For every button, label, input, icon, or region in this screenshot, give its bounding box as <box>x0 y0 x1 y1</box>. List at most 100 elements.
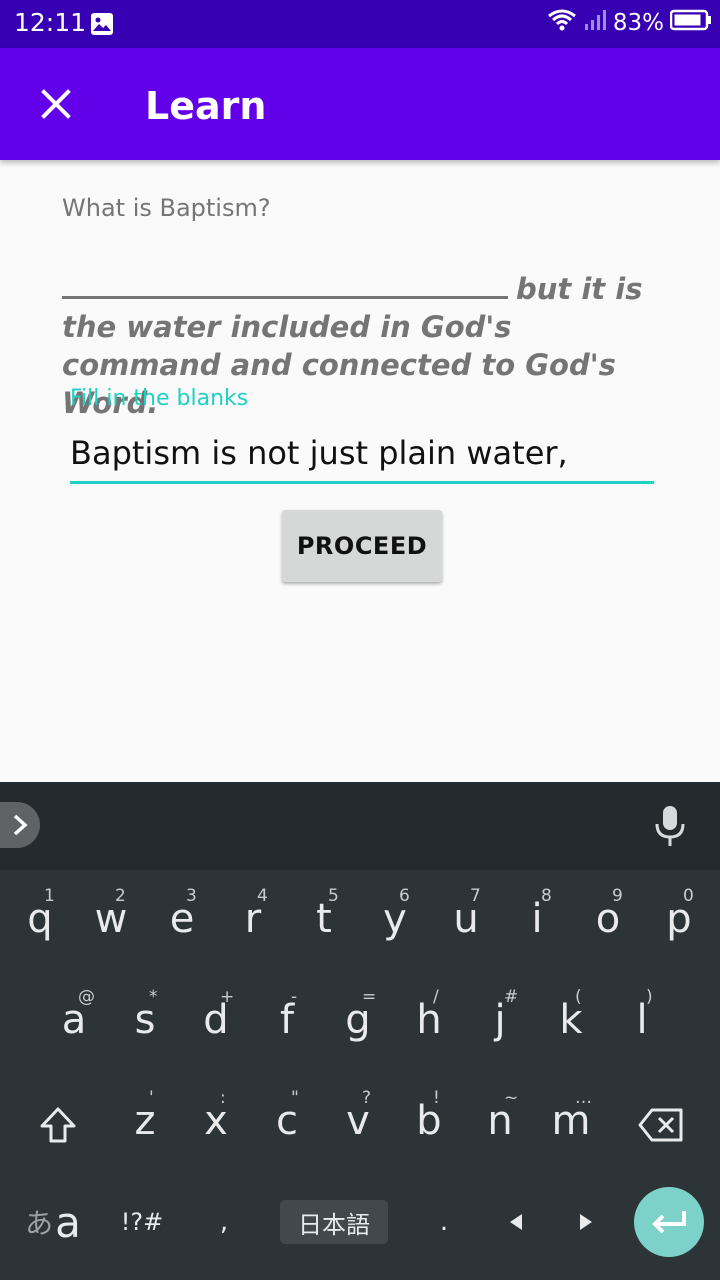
key-hint: ? <box>362 1088 372 1108</box>
key-label: d <box>203 997 229 1043</box>
key-hint: ' <box>149 1088 154 1108</box>
key-c[interactable]: c " <box>257 1088 317 1158</box>
status-icons: 83% <box>547 8 712 38</box>
key-hint: 4 <box>257 886 268 906</box>
triangle-left-icon <box>510 1214 522 1230</box>
key-label: w <box>94 896 128 942</box>
key-label: v <box>346 1098 370 1144</box>
comma-key[interactable]: , <box>204 1200 244 1244</box>
key-n[interactable]: n ~ <box>470 1088 530 1158</box>
key-h[interactable]: h / <box>399 987 459 1057</box>
microphone-button[interactable] <box>650 804 690 848</box>
key-label: a <box>61 997 87 1043</box>
key-hint: - <box>291 987 298 1007</box>
key-e[interactable]: e3 <box>152 886 212 956</box>
chevron-right-icon <box>13 814 28 836</box>
input-mode-key[interactable]: あa <box>18 1197 88 1247</box>
cursor-right-key[interactable] <box>566 1200 606 1244</box>
key-a[interactable]: a @ <box>44 987 104 1057</box>
key-s[interactable]: s * <box>115 987 175 1057</box>
key-hint: " <box>291 1088 299 1108</box>
question-text: What is Baptism? <box>62 194 271 222</box>
key-hint: … <box>575 1088 592 1108</box>
enter-icon <box>652 1211 686 1234</box>
key-hint: = <box>362 987 377 1007</box>
key-l[interactable]: l) <box>612 987 672 1057</box>
blank-line <box>62 271 508 299</box>
key-g[interactable]: g = <box>328 987 388 1057</box>
key-label: i <box>531 896 543 942</box>
key-label: l <box>636 997 648 1043</box>
key-w[interactable]: w2 <box>81 886 141 956</box>
status-bar: 12:11 83% <box>0 0 720 48</box>
period-key[interactable]: . <box>424 1200 464 1244</box>
key-hint: 8 <box>541 886 552 906</box>
key-b[interactable]: b! <box>399 1088 459 1158</box>
kana-big-label: a <box>55 1197 81 1247</box>
key-p[interactable]: p0 <box>649 886 709 956</box>
page-title: Learn <box>145 84 267 128</box>
key-label: p <box>666 896 692 942</box>
key-label: x <box>204 1098 228 1144</box>
key-z[interactable]: z ' <box>115 1088 175 1158</box>
enter-key[interactable] <box>634 1187 704 1257</box>
key-label: r <box>244 896 262 942</box>
key-hint: @ <box>78 987 95 1007</box>
key-i[interactable]: i8 <box>507 886 567 956</box>
wifi-icon <box>547 8 577 38</box>
key-y[interactable]: y6 <box>365 886 425 956</box>
key-label: o <box>595 896 621 942</box>
shift-key[interactable] <box>34 1100 82 1150</box>
key-v[interactable]: v? <box>328 1088 388 1158</box>
key-r[interactable]: r4 <box>223 886 283 956</box>
key-label: e <box>169 896 195 942</box>
microphone-icon <box>655 806 685 846</box>
key-t[interactable]: t5 <box>294 886 354 956</box>
key-hint: # <box>504 987 519 1007</box>
language-key[interactable]: 日本語 <box>280 1200 388 1244</box>
key-f[interactable]: f- <box>257 987 317 1057</box>
kana-small-label: あ <box>25 1207 54 1240</box>
key-hint: 5 <box>328 886 339 906</box>
key-d[interactable]: d + <box>186 987 246 1057</box>
status-time: 12:11 <box>14 8 87 37</box>
key-label: c <box>276 1098 298 1144</box>
shift-icon <box>40 1107 76 1143</box>
key-o[interactable]: o9 <box>578 886 638 956</box>
answer-input-value[interactable]: Baptism is not just plain water, <box>70 434 568 472</box>
proceed-button[interactable]: PROCEED <box>282 510 442 582</box>
key-hint: 6 <box>399 886 410 906</box>
key-hint: ~ <box>504 1088 519 1108</box>
key-label: n <box>487 1098 513 1144</box>
key-hint: * <box>149 987 158 1007</box>
key-label: u <box>453 896 479 942</box>
key-hint: + <box>220 987 235 1007</box>
answer-input[interactable]: Baptism is not just plain water, <box>70 430 654 484</box>
key-label: z <box>134 1098 156 1144</box>
key-hint: ( <box>575 987 582 1007</box>
keyboard-suggestion-bar <box>0 782 720 870</box>
key-label: g <box>345 997 371 1043</box>
backspace-icon <box>638 1108 683 1142</box>
backspace-key[interactable] <box>636 1100 686 1150</box>
key-m[interactable]: m… <box>541 1088 601 1158</box>
gallery-notification-icon <box>90 12 114 41</box>
symbols-key[interactable]: !?# <box>112 1200 172 1244</box>
key-hint: 3 <box>186 886 197 906</box>
key-label: s <box>134 997 156 1043</box>
key-q[interactable]: q1 <box>10 886 70 956</box>
key-label: m <box>551 1098 591 1144</box>
key-label: f <box>279 997 295 1043</box>
key-hint: : <box>220 1088 226 1108</box>
key-label: k <box>559 997 583 1043</box>
key-j[interactable]: j # <box>470 987 530 1057</box>
key-label: y <box>383 896 407 942</box>
key-hint: ! <box>433 1088 440 1108</box>
cursor-left-key[interactable] <box>496 1200 536 1244</box>
key-x[interactable]: x: <box>186 1088 246 1158</box>
signal-icon <box>583 8 607 38</box>
close-button[interactable] <box>28 76 84 132</box>
key-u[interactable]: u7 <box>436 886 496 956</box>
key-k[interactable]: k( <box>541 987 601 1057</box>
key-hint: 1 <box>44 886 55 906</box>
